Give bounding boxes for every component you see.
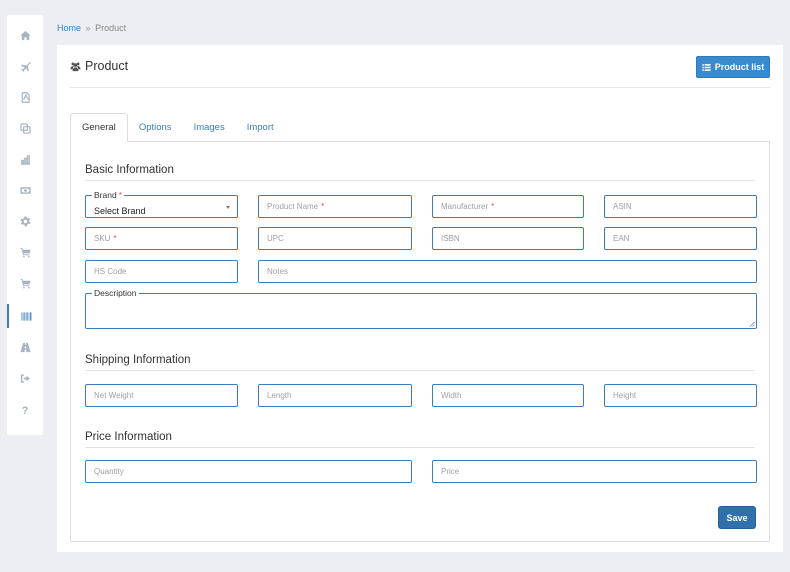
page-title: Product xyxy=(70,59,128,73)
sidebar-item-pdf[interactable] xyxy=(7,85,43,109)
page-title-text: Product xyxy=(85,59,129,73)
ean-input[interactable]: EAN xyxy=(604,227,757,250)
save-button[interactable]: Save xyxy=(718,506,756,529)
sidebar-item-copy[interactable] xyxy=(7,116,43,140)
manufacturer-input[interactable]: Manufacturer * xyxy=(432,195,584,218)
tab-images[interactable]: Images xyxy=(183,113,236,142)
sidebar-item-shipping[interactable] xyxy=(7,335,43,359)
width-input[interactable]: Width xyxy=(432,384,584,407)
breadcrumb-current: Product xyxy=(95,23,127,33)
sidebar-item-reports[interactable] xyxy=(7,147,43,171)
sidebar-item-payments[interactable] xyxy=(7,178,43,202)
section-divider xyxy=(85,370,755,371)
money-icon xyxy=(19,186,31,194)
quantity-input[interactable]: Quantity xyxy=(85,460,412,483)
description-label: Description xyxy=(92,288,139,298)
section-title-shipping: Shipping Information xyxy=(85,354,191,366)
net-weight-input[interactable]: Net Weight xyxy=(85,384,238,407)
gear-icon xyxy=(19,215,31,227)
sidebar-item-purchases[interactable] xyxy=(7,271,43,295)
tab-content: Basic Information Brand * Select Brand Pr… xyxy=(70,141,770,542)
section-title-basic: Basic Information xyxy=(85,164,174,176)
users-icon xyxy=(70,61,81,71)
isbn-input[interactable]: ISBN xyxy=(432,227,584,250)
road-icon xyxy=(19,342,31,352)
price-input[interactable]: Price xyxy=(432,460,757,483)
product-list-label: Product list xyxy=(714,62,765,72)
sidebar-item-orders[interactable] xyxy=(7,240,43,264)
sidebar-item-help[interactable]: ? xyxy=(7,399,43,423)
description-textarea[interactable]: Description xyxy=(85,288,757,329)
brand-value: Select Brand xyxy=(94,205,146,216)
height-input[interactable]: Height xyxy=(604,384,757,407)
chevron-down-icon xyxy=(226,206,230,209)
notes-input[interactable]: Notes xyxy=(258,260,757,283)
sign-out-icon xyxy=(20,373,30,383)
section-divider xyxy=(85,447,755,448)
home-icon xyxy=(19,30,31,40)
pdf-file-icon xyxy=(21,91,30,103)
tab-options[interactable]: Options xyxy=(128,113,183,142)
asin-input[interactable]: ASIN xyxy=(604,195,757,218)
bar-chart-icon xyxy=(20,154,30,165)
product-list-button[interactable]: Product list xyxy=(696,56,770,78)
section-title-price: Price Information xyxy=(85,431,172,443)
upc-input[interactable]: UPC xyxy=(258,227,412,250)
question-icon: ? xyxy=(21,405,29,417)
sidebar: ? xyxy=(7,15,43,435)
hs-code-input[interactable]: HS Code xyxy=(85,260,238,283)
sidebar-item-settings[interactable] xyxy=(7,209,43,233)
breadcrumb: Home » Product xyxy=(57,23,126,33)
sidebar-item-logout[interactable] xyxy=(7,366,43,390)
product-name-input[interactable]: Product Name * xyxy=(258,195,412,218)
title-divider xyxy=(70,87,770,88)
sidebar-item-home[interactable] xyxy=(7,23,43,47)
main-panel: Product Product list General Options Ima… xyxy=(57,45,783,552)
list-icon xyxy=(702,63,711,71)
copy-icon xyxy=(19,122,31,134)
tab-import[interactable]: Import xyxy=(236,113,285,142)
brand-label: Brand * xyxy=(92,190,124,200)
cart-icon xyxy=(19,247,31,258)
tab-bar: General Options Images Import xyxy=(70,113,285,142)
barcode-icon xyxy=(20,311,31,321)
sidebar-item-flights[interactable] xyxy=(7,54,43,78)
tab-general[interactable]: General xyxy=(70,113,128,142)
sku-input[interactable]: SKU * xyxy=(85,227,238,250)
breadcrumb-home-link[interactable]: Home xyxy=(57,23,81,33)
section-divider xyxy=(85,180,755,181)
cart-icon xyxy=(19,278,31,289)
length-input[interactable]: Length xyxy=(258,384,412,407)
brand-select[interactable]: Brand * Select Brand xyxy=(85,190,238,218)
plane-icon xyxy=(20,61,31,72)
resize-handle-icon[interactable] xyxy=(749,321,755,327)
breadcrumb-separator: » xyxy=(85,23,91,33)
sidebar-item-products[interactable] xyxy=(7,304,43,328)
